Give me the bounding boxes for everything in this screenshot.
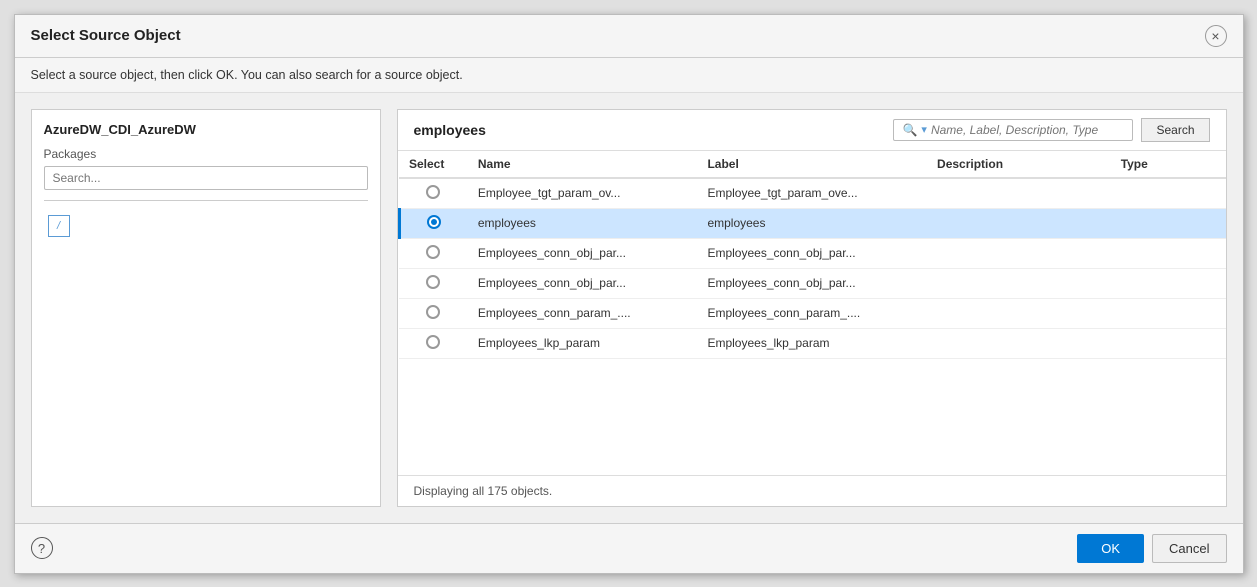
cell-type xyxy=(1111,238,1226,268)
help-icon[interactable]: ? xyxy=(31,537,53,559)
cell-name: Employee_tgt_param_ov... xyxy=(468,178,698,209)
cell-name: Employees_conn_param_.... xyxy=(468,298,698,328)
dialog-subtitle: Select a source object, then click OK. Y… xyxy=(15,58,1243,93)
cell-label: Employees_conn_obj_par... xyxy=(697,238,927,268)
cell-description xyxy=(927,268,1111,298)
cell-label: Employees_conn_obj_par... xyxy=(697,268,927,298)
dialog-title: Select Source Object xyxy=(31,27,181,44)
right-panel-header: employees 🔍 ▾ Search xyxy=(398,110,1226,151)
col-header-name: Name xyxy=(468,151,698,178)
radio-button[interactable] xyxy=(427,215,441,229)
cell-description xyxy=(927,328,1111,358)
search-input-wrapper: 🔍 ▾ xyxy=(893,119,1133,141)
table-row[interactable]: Employees_conn_obj_par...Employees_conn_… xyxy=(399,268,1226,298)
package-divider xyxy=(44,200,368,201)
packages-label: Packages xyxy=(44,147,368,161)
right-panel: employees 🔍 ▾ Search Select N xyxy=(397,109,1227,507)
cell-type xyxy=(1111,298,1226,328)
footer-buttons: OK Cancel xyxy=(1077,534,1226,563)
cell-type xyxy=(1111,328,1226,358)
radio-button[interactable] xyxy=(426,305,440,319)
status-bar: Displaying all 175 objects. xyxy=(398,475,1226,506)
connection-name: AzureDW_CDI_AzureDW xyxy=(44,122,368,137)
cell-label: Employees_lkp_param xyxy=(697,328,927,358)
dialog-footer: ? OK Cancel xyxy=(15,523,1243,573)
table-row[interactable]: Employees_conn_param_....Employees_conn_… xyxy=(399,298,1226,328)
cell-description xyxy=(927,208,1111,238)
col-header-select: Select xyxy=(399,151,468,178)
radio-button[interactable] xyxy=(426,335,440,349)
cell-name: employees xyxy=(468,208,698,238)
radio-button[interactable] xyxy=(426,275,440,289)
radio-button[interactable] xyxy=(426,245,440,259)
cell-name: Employees_lkp_param xyxy=(468,328,698,358)
search-button[interactable]: Search xyxy=(1141,118,1209,142)
cell-type xyxy=(1111,178,1226,209)
cell-type xyxy=(1111,268,1226,298)
cell-description xyxy=(927,238,1111,268)
col-header-description: Description xyxy=(927,151,1111,178)
cell-description xyxy=(927,178,1111,209)
search-icon: 🔍 xyxy=(902,123,917,137)
cell-description xyxy=(927,298,1111,328)
ok-button[interactable]: OK xyxy=(1077,534,1144,563)
col-header-label: Label xyxy=(697,151,927,178)
packages-search-input[interactable] xyxy=(44,166,368,190)
dialog-body: AzureDW_CDI_AzureDW Packages / employees… xyxy=(15,93,1243,523)
table-row[interactable]: employeesemployees xyxy=(399,208,1226,238)
cell-name: Employees_conn_obj_par... xyxy=(468,268,698,298)
cell-name: Employees_conn_obj_par... xyxy=(468,238,698,268)
search-area: 🔍 ▾ Search xyxy=(893,118,1209,142)
radio-button[interactable] xyxy=(426,185,440,199)
table-body: Employee_tgt_param_ov...Employee_tgt_par… xyxy=(399,178,1226,359)
cell-label: Employee_tgt_param_ove... xyxy=(697,178,927,209)
right-panel-title: employees xyxy=(414,122,486,138)
package-list-item[interactable]: / xyxy=(44,211,368,241)
cancel-button[interactable]: Cancel xyxy=(1152,534,1226,563)
object-search-input[interactable] xyxy=(931,123,1125,137)
left-panel: AzureDW_CDI_AzureDW Packages / xyxy=(31,109,381,507)
table-row[interactable]: Employees_lkp_paramEmployees_lkp_param xyxy=(399,328,1226,358)
col-header-type: Type xyxy=(1111,151,1226,178)
cell-type xyxy=(1111,208,1226,238)
objects-table: Select Name Label Description Type Emplo… xyxy=(398,151,1226,359)
table-row[interactable]: Employee_tgt_param_ov...Employee_tgt_par… xyxy=(399,178,1226,209)
package-icon: / xyxy=(48,215,70,237)
cell-label: employees xyxy=(697,208,927,238)
dialog-header: Select Source Object × xyxy=(15,15,1243,58)
cell-label: Employees_conn_param_.... xyxy=(697,298,927,328)
table-row[interactable]: Employees_conn_obj_par...Employees_conn_… xyxy=(399,238,1226,268)
close-button[interactable]: × xyxy=(1205,25,1227,47)
select-source-object-dialog: Select Source Object × Select a source o… xyxy=(14,14,1244,574)
filter-icon: ▾ xyxy=(921,123,927,136)
table-wrapper: Select Name Label Description Type Emplo… xyxy=(398,151,1226,475)
table-header-row: Select Name Label Description Type xyxy=(399,151,1226,178)
